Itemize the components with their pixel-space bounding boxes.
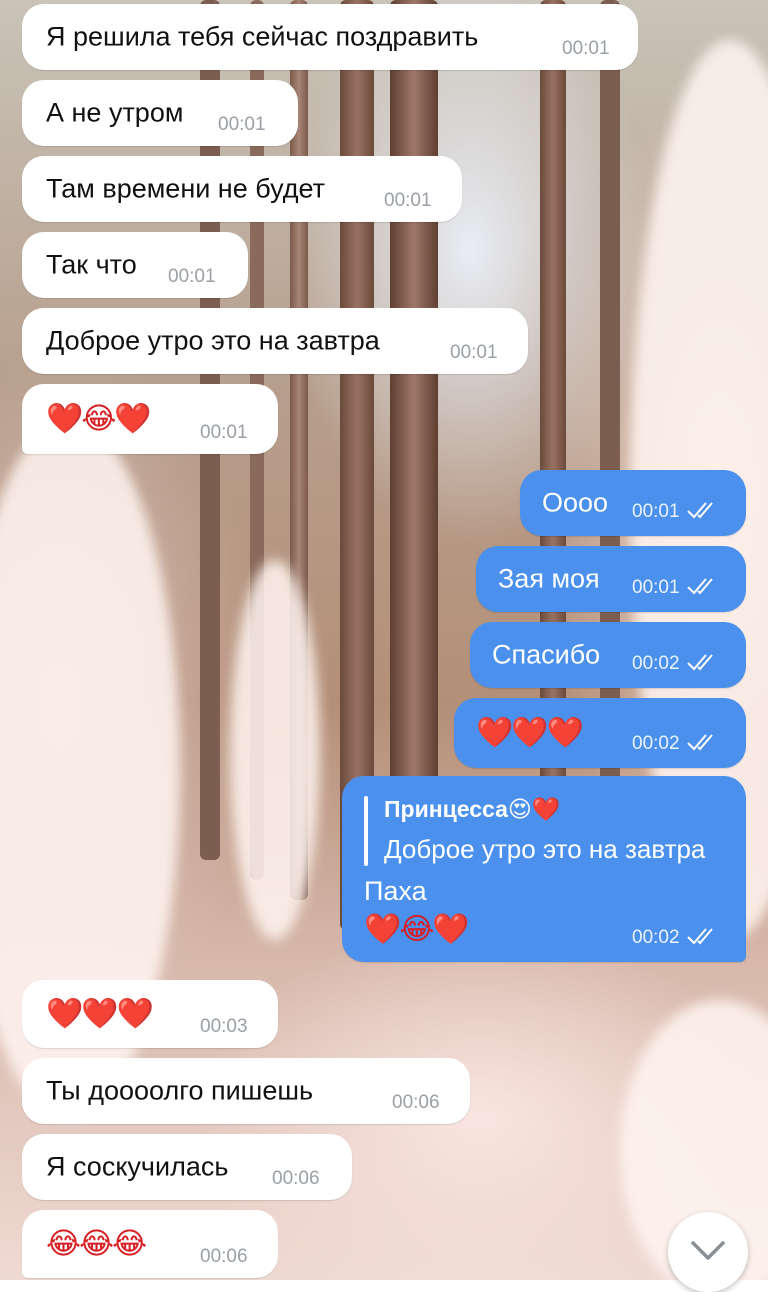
- message-time: 00:02: [632, 732, 720, 758]
- message-incoming[interactable]: Доброе утро это на завтра 00:01: [22, 308, 528, 374]
- message-time: 00:03: [200, 1016, 248, 1037]
- message-emoji: ❤️😂❤️: [46, 402, 152, 436]
- message-text: Я решила тебя сейчас поздравить: [46, 21, 479, 52]
- message-outgoing[interactable]: ❤️❤️❤️ 00:02: [454, 698, 746, 768]
- message-outgoing-reply[interactable]: Принцесса😍❤️ Доброе утро это на завтра П…: [342, 776, 746, 962]
- read-ticks-icon: [686, 926, 720, 952]
- quote-author: Принцесса😍❤️: [384, 796, 561, 822]
- message-incoming[interactable]: Я решила тебя сейчас поздравить 00:01: [22, 4, 638, 70]
- message-emoji: ❤️❤️❤️: [46, 997, 154, 1031]
- message-incoming[interactable]: Так что 00:01: [22, 232, 248, 298]
- message-time: 00:01: [562, 38, 610, 59]
- scroll-to-bottom-button[interactable]: [668, 1212, 748, 1292]
- message-time: 00:01: [450, 342, 498, 363]
- message-time: 00:02: [632, 652, 720, 678]
- message-incoming[interactable]: ❤️❤️❤️ 00:03: [22, 980, 278, 1048]
- message-incoming[interactable]: ❤️😂❤️ 00:01: [22, 384, 278, 454]
- message-time: 00:01: [384, 190, 432, 211]
- message-incoming[interactable]: Я соскучилась 00:06: [22, 1134, 352, 1200]
- message-text: А не утром: [46, 97, 184, 128]
- message-emoji: 😂😂😂: [46, 1227, 147, 1261]
- message-outgoing[interactable]: Оооо 00:01: [520, 470, 746, 536]
- read-ticks-icon: [686, 576, 720, 602]
- message-text: Спасибо: [492, 639, 601, 670]
- message-text: Паха: [364, 876, 427, 906]
- quote-bar: [364, 796, 368, 866]
- message-outgoing[interactable]: Зая моя 00:01: [476, 546, 746, 612]
- message-text: Зая моя: [498, 563, 600, 594]
- message-text: Доброе утро это на завтра: [46, 325, 380, 356]
- message-emoji: ❤️😂❤️: [364, 913, 470, 946]
- message-text: Я соскучилась: [46, 1151, 229, 1182]
- message-time: 00:01: [168, 266, 216, 287]
- message-time: 00:06: [392, 1092, 440, 1113]
- message-time: 00:06: [272, 1168, 320, 1189]
- message-outgoing[interactable]: Спасибо 00:02: [470, 622, 746, 688]
- message-time: 00:01: [218, 114, 266, 135]
- message-time: 00:01: [632, 576, 720, 602]
- message-text: Оооо: [542, 487, 609, 518]
- message-incoming[interactable]: 😂😂😂 00:06: [22, 1210, 278, 1278]
- message-emoji: ❤️❤️❤️: [476, 716, 584, 750]
- read-ticks-icon: [686, 652, 720, 678]
- chevron-down-icon: [691, 1241, 725, 1260]
- quote-text: Доброе утро это на завтра: [384, 834, 706, 864]
- message-time: 00:01: [200, 422, 248, 443]
- message-text: Ты доооолго пишешь: [46, 1075, 314, 1106]
- read-ticks-icon: [686, 500, 720, 526]
- message-time: 00:06: [200, 1246, 248, 1267]
- message-incoming[interactable]: Там времени не будет 00:01: [22, 156, 462, 222]
- message-text: Так что: [46, 249, 137, 280]
- message-time: 00:01: [632, 500, 720, 526]
- message-incoming[interactable]: Ты доооолго пишешь 00:06: [22, 1058, 470, 1124]
- message-time: 00:02: [632, 926, 720, 952]
- read-ticks-icon: [686, 732, 720, 758]
- message-text: Там времени не будет: [46, 173, 325, 204]
- message-incoming[interactable]: А не утром 00:01: [22, 80, 298, 146]
